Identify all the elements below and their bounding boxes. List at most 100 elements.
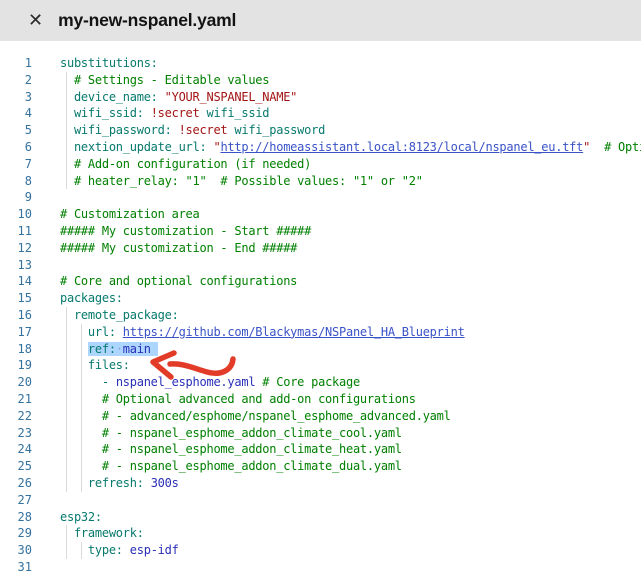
code-line[interactable]: 9 bbox=[0, 189, 641, 206]
code-text: # Core and optional configurations bbox=[60, 273, 297, 290]
code-line[interactable]: 18 ref:·main bbox=[0, 341, 641, 358]
code-segment: · bbox=[116, 342, 123, 356]
line-number: 7 bbox=[0, 156, 32, 173]
indent-spaces bbox=[60, 543, 88, 557]
code-line[interactable]: 30 type: esp-idf bbox=[0, 542, 641, 559]
code-segment: nspanel_esphome.yaml bbox=[116, 375, 256, 389]
code-segment: # Opti bbox=[604, 140, 641, 154]
code-segment: framework: bbox=[74, 526, 144, 540]
line-number: 19 bbox=[0, 357, 32, 374]
line-number: 27 bbox=[0, 492, 32, 509]
indent-spaces bbox=[60, 308, 74, 322]
code-text: ##### My customization - Start ##### bbox=[60, 223, 311, 240]
code-line[interactable]: 21 # Optional advanced and add-on config… bbox=[0, 391, 641, 408]
code-segment: nextion_update_url: bbox=[74, 140, 214, 154]
line-number: 28 bbox=[0, 509, 32, 526]
editor-tab[interactable]: ✕ my-new-nspanel.yaml bbox=[0, 0, 641, 41]
code-line[interactable]: 4 wifi_ssid: !secret wifi_ssid bbox=[0, 105, 641, 122]
code-text: esp32: bbox=[60, 509, 102, 526]
code-segment: # Customization area bbox=[60, 207, 200, 221]
code-segment: # - advanced/esphome/nspanel_esphome_adv… bbox=[102, 409, 451, 423]
url-link[interactable]: http://homeassistant.local:8123/local/ns… bbox=[220, 140, 583, 154]
line-number: 16 bbox=[0, 307, 32, 324]
code-segment bbox=[590, 140, 604, 154]
code-segment bbox=[151, 342, 158, 356]
code-line[interactable]: 25 # - nspanel_esphome_addon_climate_dua… bbox=[0, 458, 641, 475]
code-line[interactable]: 27 bbox=[0, 492, 641, 509]
code-segment: # Core package bbox=[262, 375, 360, 389]
code-segment: main bbox=[123, 342, 151, 356]
code-line[interactable]: 17 url: https://github.com/Blackymas/NSP… bbox=[0, 324, 641, 341]
code-segment: refresh: bbox=[88, 476, 151, 490]
code-line[interactable]: 2 # Settings - Editable values bbox=[0, 72, 641, 89]
code-segment: esp-idf bbox=[130, 543, 179, 557]
code-line[interactable]: 14# Core and optional configurations bbox=[0, 273, 641, 290]
code-line[interactable]: 1 substitutions: bbox=[0, 55, 641, 72]
code-line[interactable]: 29 framework: bbox=[0, 525, 641, 542]
code-segment: # Optional advanced and add-on configura… bbox=[102, 392, 416, 406]
code-text: # Settings - Editable values bbox=[60, 72, 269, 89]
line-number: 1 bbox=[0, 55, 32, 72]
indent-spaces bbox=[60, 358, 88, 372]
code-text: # - nspanel_esphome_addon_climate_heat.y… bbox=[60, 441, 402, 458]
close-icon[interactable]: ✕ bbox=[28, 12, 43, 30]
code-line[interactable]: 26 refresh: 300s bbox=[0, 475, 641, 492]
code-text: wifi_password: !secret wifi_password bbox=[60, 122, 325, 139]
code-segment: # Core and optional configurations bbox=[60, 274, 297, 288]
code-line[interactable]: 8 # heater_relay: "1" # Possible values:… bbox=[0, 173, 641, 190]
code-text: ref:·main bbox=[60, 341, 158, 358]
line-number: 17 bbox=[0, 324, 32, 341]
code-line[interactable]: 11 ##### My customization - Start ##### bbox=[0, 223, 641, 240]
code-text: refresh: 300s bbox=[60, 475, 179, 492]
line-number: 13 bbox=[0, 257, 32, 274]
code-segment: !secret bbox=[151, 106, 200, 120]
indent-spaces bbox=[60, 442, 102, 456]
code-segment: substitutions: bbox=[60, 56, 158, 70]
code-segment: # - nspanel_esphome_addon_climate_cool.y… bbox=[102, 426, 402, 440]
code-text: framework: bbox=[60, 525, 144, 542]
line-number: 11 bbox=[0, 223, 32, 240]
code-line[interactable]: 3 device_name: "YOUR_NSPANEL_NAME" bbox=[0, 89, 641, 106]
code-text: wifi_ssid: !secret wifi_ssid bbox=[60, 105, 269, 122]
code-line[interactable]: 22 # - advanced/esphome/nspanel_esphome_… bbox=[0, 408, 641, 425]
code-segment: wifi_password bbox=[227, 123, 325, 137]
code-text: # Add-on configuration (if needed) bbox=[60, 156, 311, 173]
indent-spaces bbox=[60, 459, 102, 473]
code-line[interactable]: 28 esp32: bbox=[0, 509, 641, 526]
line-number: 22 bbox=[0, 408, 32, 425]
code-segment: ref: bbox=[88, 342, 116, 356]
line-number: 31 bbox=[0, 559, 32, 576]
url-link[interactable]: https://github.com/Blackymas/NSPanel_HA_… bbox=[123, 325, 465, 339]
code-line[interactable]: 13 bbox=[0, 257, 641, 274]
code-segment: wifi_password: bbox=[74, 123, 179, 137]
line-number: 4 bbox=[0, 105, 32, 122]
code-line[interactable]: 16 remote_package: bbox=[0, 307, 641, 324]
code-line[interactable]: 10# Customization area bbox=[0, 206, 641, 223]
code-area: 1 substitutions: 2 # Settings - Editable v… bbox=[0, 41, 641, 576]
code-segment: # heater_relay: "1" # Possible values: "… bbox=[74, 174, 423, 188]
code-segment: # - nspanel_esphome_addon_climate_dual.y… bbox=[102, 459, 402, 473]
code-line[interactable]: 5 wifi_password: !secret wifi_password bbox=[0, 122, 641, 139]
code-text: - nspanel_esphome.yaml # Core package bbox=[60, 374, 360, 391]
line-number: 15 bbox=[0, 290, 32, 307]
code-segment: packages: bbox=[60, 291, 123, 305]
code-line[interactable]: 6 nextion_update_url: "http://homeassist… bbox=[0, 139, 641, 156]
code-line[interactable]: 24 # - nspanel_esphome_addon_climate_hea… bbox=[0, 441, 641, 458]
code-text: nextion_update_url: "http://homeassistan… bbox=[60, 139, 641, 156]
indent-spaces bbox=[60, 526, 74, 540]
file-title: my-new-nspanel.yaml bbox=[58, 10, 236, 31]
code-text: device_name: "YOUR_NSPANEL_NAME" bbox=[60, 89, 297, 106]
code-line[interactable]: 19 files: bbox=[0, 357, 641, 374]
code-line[interactable]: 20 - nspanel_esphome.yaml # Core package bbox=[0, 374, 641, 391]
code-text: packages: bbox=[60, 290, 123, 307]
code-line[interactable]: 12##### My customization - End ##### bbox=[0, 240, 641, 257]
code-segment: type: bbox=[88, 543, 130, 557]
code-text: # - nspanel_esphome_addon_climate_dual.y… bbox=[60, 458, 402, 475]
code-line[interactable]: 31 bbox=[0, 559, 641, 576]
code-segment: remote_package: bbox=[74, 308, 179, 322]
code-line[interactable]: 15 packages: bbox=[0, 290, 641, 307]
indent-spaces bbox=[60, 409, 102, 423]
line-number: 12 bbox=[0, 240, 32, 257]
code-line[interactable]: 23 # - nspanel_esphome_addon_climate_coo… bbox=[0, 425, 641, 442]
code-line[interactable]: 7 # Add-on configuration (if needed) bbox=[0, 156, 641, 173]
